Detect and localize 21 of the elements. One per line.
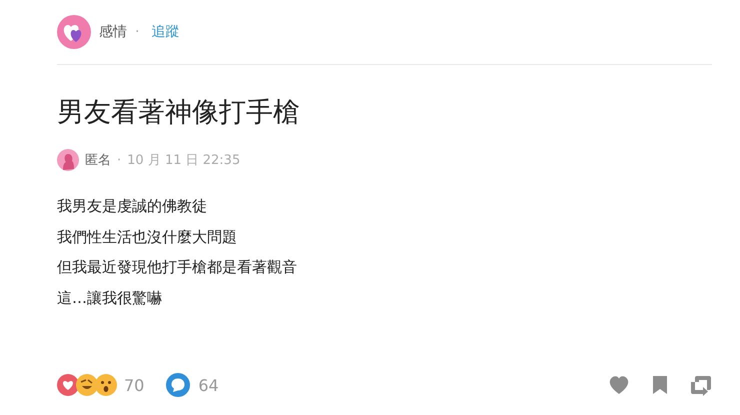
comment-icon[interactable] <box>166 373 190 397</box>
board-logo-icon <box>57 15 91 49</box>
board-name[interactable]: 感情 <box>99 23 127 41</box>
post-title: 男友看著神像打手槍 <box>57 96 301 130</box>
reaction-count: 70 <box>124 376 144 394</box>
comment-count: 64 <box>198 376 219 394</box>
author-name: 匿名 <box>85 152 111 169</box>
heart-reaction-icon <box>57 374 79 396</box>
separator-dot: · <box>117 152 122 168</box>
heart-icon[interactable] <box>608 375 630 395</box>
laughing-emoji-icon <box>76 374 98 396</box>
anonymous-avatar-icon <box>57 149 79 171</box>
post-text-line: 我們性生活也沒什麼大問題 <box>57 226 238 248</box>
post-text-line: 我男友是虔誠的佛教徒 <box>57 196 208 217</box>
bookmark-icon[interactable] <box>652 375 668 395</box>
post-text-line: 但我最近發現他打手槍都是看著觀音 <box>57 257 298 278</box>
share-icon[interactable] <box>690 374 712 396</box>
separator-dot: · <box>135 24 140 40</box>
post-date: 10 月 11 日 22:35 <box>127 152 240 169</box>
surprised-emoji-icon <box>95 374 117 396</box>
post-text-line: 這…讓我很驚嚇 <box>57 288 163 308</box>
